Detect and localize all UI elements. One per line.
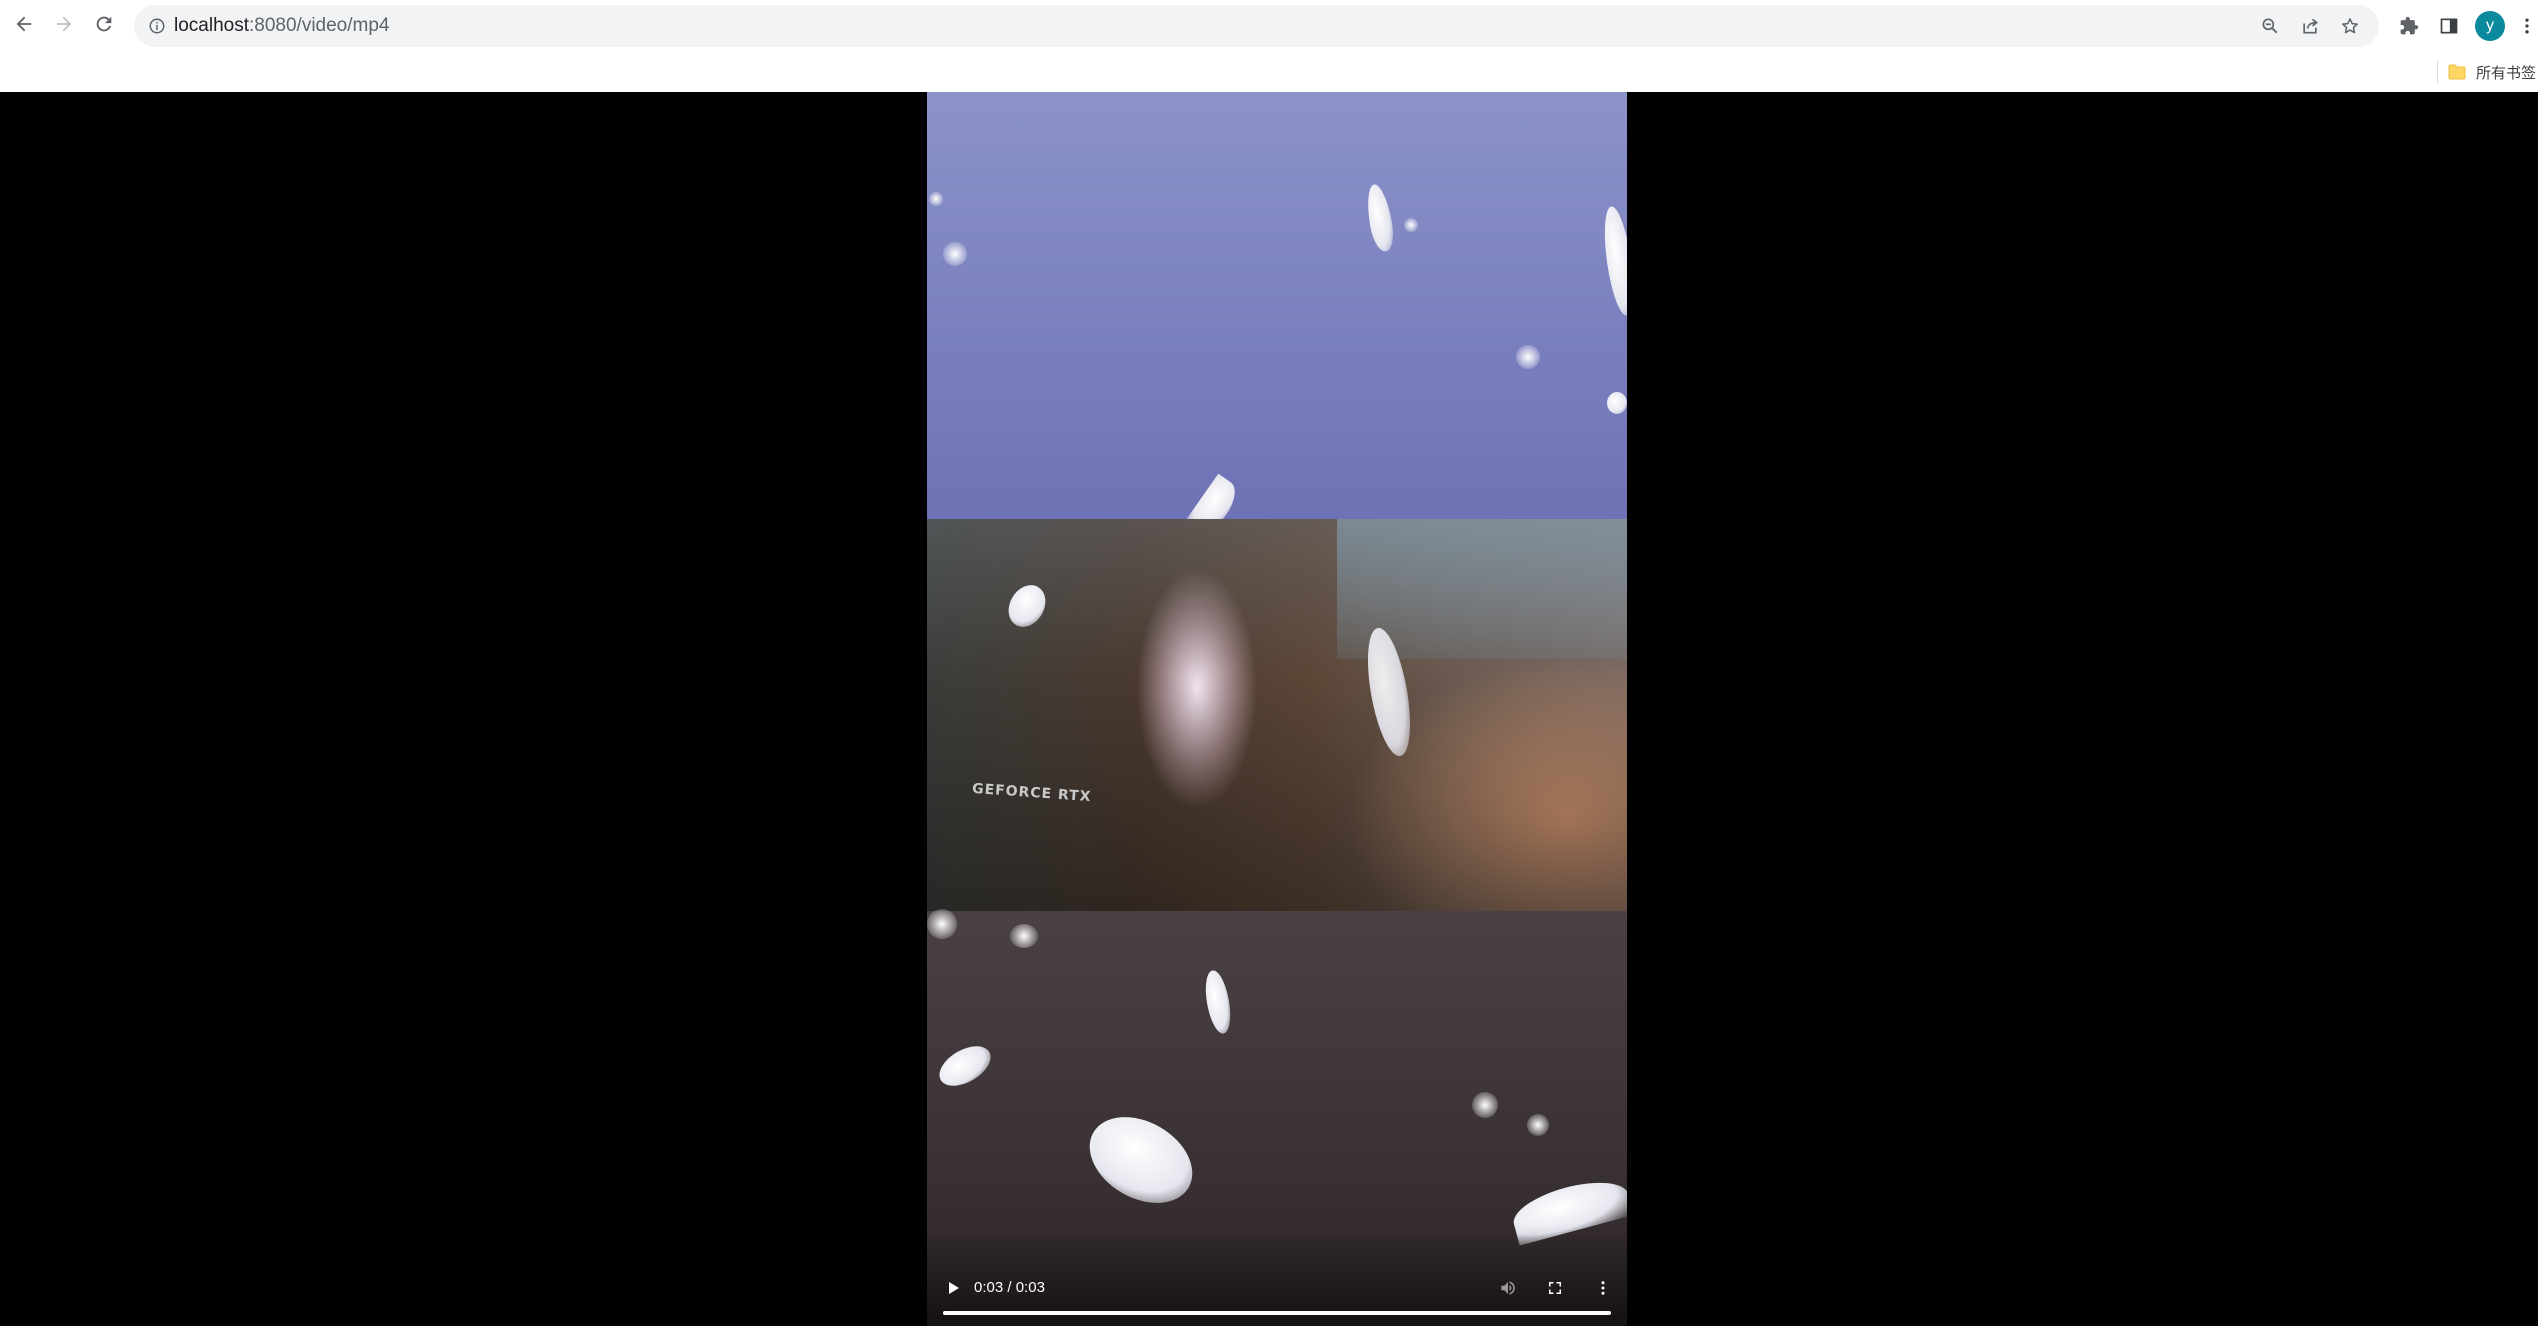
url-path: :8080/video/mp4 (249, 15, 390, 36)
url-host: localhost (174, 15, 249, 36)
current-time: 0:03 (974, 1279, 1004, 1296)
bookmarks-bar: 所有书签 (0, 52, 2538, 92)
arrow-right-icon (53, 13, 75, 40)
more-vert-icon (1594, 1279, 1612, 1302)
side-panel-icon[interactable] (2436, 13, 2462, 39)
feather-speck (1010, 924, 1038, 948)
play-button[interactable] (939, 1276, 967, 1304)
address-bar[interactable]: localhost:8080/video/mp4 (134, 5, 2379, 47)
reload-button[interactable] (88, 10, 120, 42)
more-options-button[interactable] (1589, 1276, 1617, 1304)
video-time-display: 0:03 / 0:03 (974, 1279, 1045, 1296)
video-frame-shade (927, 519, 1627, 911)
all-bookmarks-folder[interactable]: 所有书签 (2448, 58, 2536, 86)
browser-toolbar: localhost:8080/video/mp4 y (0, 0, 2538, 52)
bookmarks-folder-label: 所有书签 (2476, 63, 2537, 82)
feather-speck (929, 192, 943, 206)
feather-speck (943, 242, 967, 266)
feather-speck (1516, 345, 1540, 369)
folder-icon (2448, 64, 2466, 80)
video-frame-top (927, 92, 1627, 519)
video-timeline[interactable] (943, 1311, 1611, 1315)
fullscreen-icon (1546, 1279, 1564, 1302)
video-progress-fill (943, 1311, 1611, 1315)
fullscreen-button[interactable] (1541, 1276, 1569, 1304)
duration: 0:03 (1015, 1279, 1045, 1296)
bookmarks-divider (2437, 60, 2438, 84)
video-player[interactable]: GEFORCE RTX 0:03 / 0:03 (927, 92, 1627, 1326)
chrome-menu-icon[interactable] (2516, 13, 2538, 39)
profile-avatar[interactable]: y (2475, 11, 2505, 41)
site-info-icon[interactable] (146, 15, 168, 37)
feather-speck (1472, 1092, 1498, 1118)
feather-speck (927, 909, 957, 939)
play-icon (945, 1280, 961, 1301)
feather-speck (1527, 1114, 1549, 1136)
zoom-icon[interactable] (2258, 14, 2282, 38)
back-button[interactable] (8, 10, 40, 42)
url-text[interactable]: localhost:8080/video/mp4 (174, 5, 390, 47)
share-icon[interactable] (2298, 14, 2322, 38)
feather-speck (1404, 218, 1418, 232)
bookmark-star-icon[interactable] (2338, 14, 2362, 38)
arrow-left-icon (13, 13, 35, 40)
page-viewport: GEFORCE RTX 0:03 / 0:03 (0, 92, 2538, 1326)
forward-button[interactable] (48, 10, 80, 42)
volume-icon (1499, 1279, 1517, 1302)
volume-button[interactable] (1494, 1276, 1522, 1304)
reload-icon (93, 13, 115, 40)
extensions-puzzle-icon[interactable] (2396, 13, 2422, 39)
feather-image (1607, 392, 1627, 414)
